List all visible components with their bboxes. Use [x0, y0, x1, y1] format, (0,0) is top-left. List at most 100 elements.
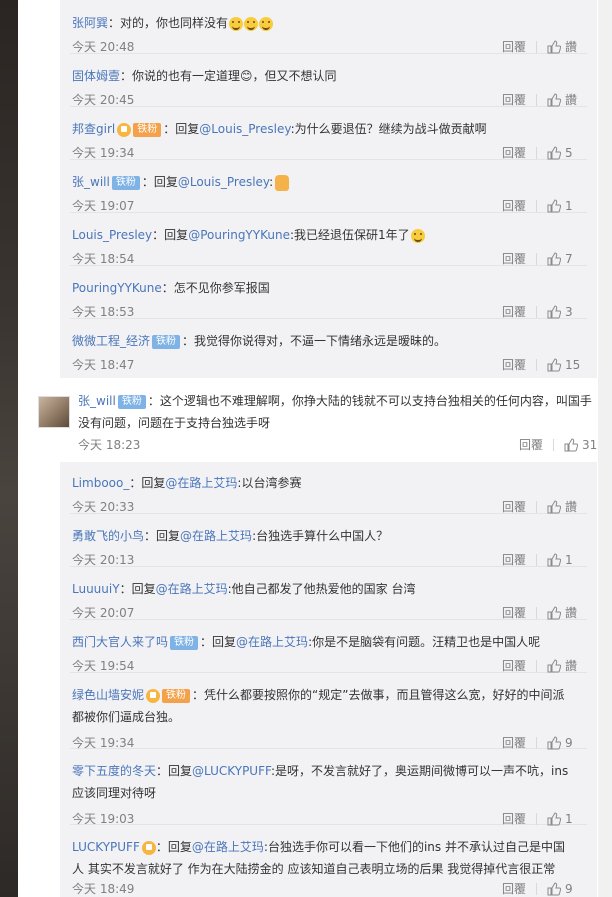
nested-replies-bottom: Limbooo_：回复@在路上艾玛:以台湾参赛 今天 20:33 回覆 讚 勇敢…	[60, 462, 597, 897]
divider	[536, 500, 537, 513]
reply-button[interactable]: 回覆	[502, 880, 526, 897]
divider	[536, 93, 537, 106]
reply-text: :为什么要退伍？继续为战斗做贡献啊	[290, 122, 487, 136]
reply-button[interactable]: 回覆	[502, 810, 526, 827]
reply-button[interactable]: 回覆	[502, 657, 526, 674]
reply-username[interactable]: PouringYYKune	[72, 281, 162, 295]
reply-item: Limbooo_：回复@在路上艾玛:以台湾参赛 今天 20:33 回覆 讚	[70, 466, 587, 514]
like-count: 9	[565, 881, 573, 896]
thumb-up-icon[interactable]	[547, 304, 561, 319]
reply-username[interactable]: LUCKYPUFF	[72, 840, 140, 854]
divider	[536, 252, 537, 265]
reply-button[interactable]: 回覆	[502, 197, 526, 214]
reply-item: LUCKYPUFF ：回复@在路上艾玛:台独选手你可以看一下他们的ins 并不承认…	[70, 830, 587, 897]
reply-username[interactable]: 固体姆壹	[72, 69, 120, 83]
comment-time: 今天 18:23	[78, 438, 141, 452]
like-count: 讚	[565, 606, 578, 620]
thumb-up-icon[interactable]	[547, 251, 561, 266]
reply-time: 今天 20:48	[72, 40, 135, 54]
mention-link[interactable]: @在路上艾玛	[236, 635, 308, 649]
reply-text: :	[269, 175, 274, 189]
fan-badge-icon	[146, 688, 161, 703]
reply-text: :他自己都发了他热爱他的国家 台湾	[227, 582, 416, 596]
reply-text: :台独选手算什么中国人？	[252, 529, 389, 543]
comment-username[interactable]: 张_will	[78, 394, 116, 408]
fan-badge-icon	[141, 840, 156, 855]
reply-username[interactable]: 邦查girl	[72, 122, 115, 136]
mention-link[interactable]: @在路上艾玛	[192, 840, 264, 854]
reply-button[interactable]: 回覆	[502, 38, 526, 55]
thumb-up-icon[interactable]	[547, 145, 561, 160]
reply-username[interactable]: 零下五度的冬天	[72, 764, 156, 778]
reply-button[interactable]: 回覆	[502, 498, 526, 515]
main-comment: 张_will 铁粉 ：这个逻辑也不难理解啊，你挣大陆的钱就不可以支持台独相关的任何内…	[18, 378, 598, 462]
reply-username[interactable]: 勇敢飞的小鸟	[72, 529, 144, 543]
reply-button[interactable]: 回覆	[502, 250, 526, 267]
reply-text: :你是不是脑袋有问题。汪精卫也是中国人呢	[308, 635, 541, 649]
mention-link[interactable]: @LUCKYPUFF	[192, 764, 271, 778]
reply-time: 今天 19:07	[72, 199, 135, 213]
reply-button[interactable]: 回覆	[502, 734, 526, 751]
reply-time: 今天 20:07	[72, 606, 135, 620]
mention-link[interactable]: @Louis_Presley	[178, 175, 269, 189]
reply-item: Louis_Presley：回复@PouringYYKune:我已经退伍保研1年…	[70, 218, 587, 266]
reply-button[interactable]: 回覆	[502, 303, 526, 320]
reply-username[interactable]: LuuuuiY	[72, 582, 120, 596]
thumb-up-icon[interactable]	[547, 552, 561, 567]
reply-time: 今天 19:34	[72, 736, 135, 750]
fan-badge: 铁粉	[117, 394, 146, 409]
reply-text: 我觉得你说得对，不逼一下情绪永远是暧昧的。	[194, 334, 447, 348]
like-count: 1	[565, 811, 573, 826]
mention-link[interactable]: @Louis_Presley	[199, 122, 290, 136]
reply-button[interactable]: 回覆	[502, 356, 526, 373]
divider	[536, 553, 537, 566]
thumb-up-icon[interactable]	[564, 437, 578, 452]
like-count: 1	[565, 198, 573, 213]
reply-item: 绿色山墙安妮 铁粉 ：凭什么都要按照你的“规定”去做事，而且管得这么宽，好好的中间派…	[70, 678, 587, 751]
reply-button[interactable]: 回覆	[502, 144, 526, 161]
reply-username[interactable]: Louis_Presley	[72, 228, 152, 242]
thumb-up-icon[interactable]	[547, 198, 561, 213]
thumb-up-icon[interactable]	[547, 39, 561, 54]
like-count: 15	[565, 357, 581, 372]
reply-button[interactable]: 回覆	[519, 436, 543, 453]
scrollbar[interactable]	[598, 0, 612, 897]
thumb-up-icon[interactable]	[547, 881, 561, 896]
reply-item: 勇敢飞的小鸟：回复@在路上艾玛:台独选手算什么中国人？ 今天 20:13 回覆 …	[70, 519, 587, 567]
mention-link[interactable]: @在路上艾玛	[180, 529, 252, 543]
reply-username[interactable]: 张阿巽	[72, 16, 108, 30]
reply-username[interactable]: 微微工程_经济	[72, 334, 150, 348]
reply-username[interactable]: 绿色山墙安妮	[72, 688, 144, 702]
like-count: 讚	[565, 93, 578, 107]
divider	[536, 882, 537, 895]
reply-text: 对的，你也同样没有	[120, 16, 229, 30]
divider	[536, 358, 537, 371]
avatar[interactable]	[38, 396, 70, 428]
mention-link[interactable]: @PouringYYKune	[188, 228, 290, 242]
reply-item: 张_will 铁粉 ：回复@Louis_Presley: 今天 19:07 回覆 1	[70, 165, 587, 213]
like-count: 1	[565, 552, 573, 567]
thumb-up-icon[interactable]	[547, 658, 561, 673]
reply-button[interactable]: 回覆	[502, 551, 526, 568]
fan-badge: 铁粉	[111, 175, 140, 190]
reply-time: 今天 19:03	[72, 812, 135, 826]
thumb-up-icon[interactable]	[547, 605, 561, 620]
divider	[536, 305, 537, 318]
mention-link[interactable]: @在路上艾玛	[165, 476, 237, 490]
reply-username[interactable]: Limbooo_	[72, 476, 129, 490]
thumb-up-icon[interactable]	[547, 811, 561, 826]
thumb-up-icon[interactable]	[547, 735, 561, 750]
reply-username[interactable]: 西门大官人来了吗	[72, 635, 168, 649]
thumb-up-icon[interactable]	[547, 499, 561, 514]
reply-button[interactable]: 回覆	[502, 91, 526, 108]
thumb-up-icon[interactable]	[547, 357, 561, 372]
nested-replies-top: 张阿巽：对的，你也同样没有 今天 20:48 回覆 讚 固体姆壹：你说的也有一定…	[60, 0, 597, 378]
fan-badge: 铁粉	[133, 122, 162, 137]
emoji-icon	[229, 16, 244, 31]
reply-item: 邦查girl 铁粉 ：回复@Louis_Presley:为什么要退伍？继续为战斗做贡…	[70, 112, 587, 160]
thumb-up-icon[interactable]	[547, 92, 561, 107]
reply-button[interactable]: 回覆	[502, 604, 526, 621]
mention-link[interactable]: @在路上艾玛	[156, 582, 228, 596]
reply-username[interactable]: 张_will	[72, 175, 110, 189]
reply-time: 今天 18:53	[72, 305, 135, 319]
